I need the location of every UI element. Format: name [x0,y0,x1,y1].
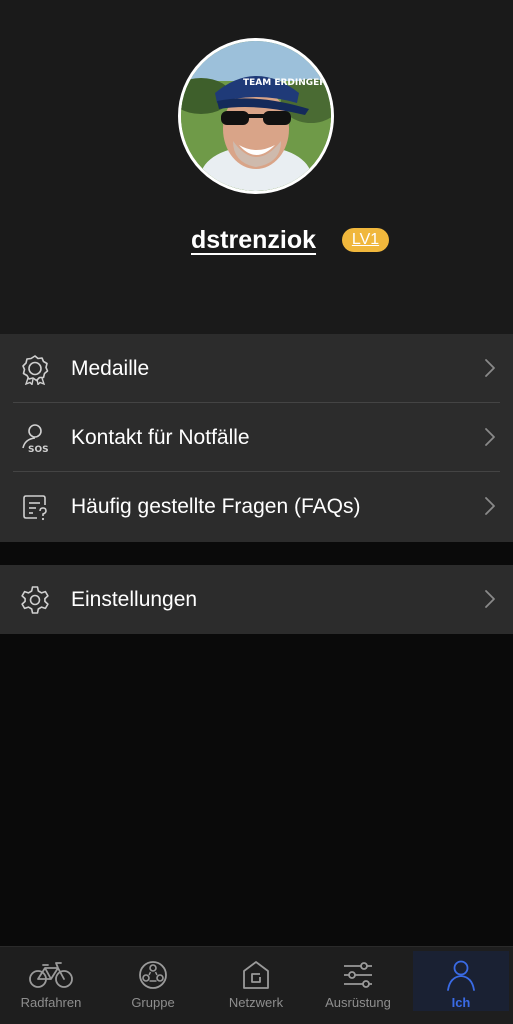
tab-netzwerk[interactable]: Netzwerk [208,951,304,1011]
tab-label: Radfahren [20,995,82,1010]
chevron-right-icon [485,497,495,515]
avatar-photo: TEAM ERDINGER [181,41,331,191]
medal-icon [22,355,49,385]
menu-label: Medaille [71,357,150,380]
bicycle-icon [29,962,73,988]
level-badge[interactable]: LV1 [342,228,389,252]
menu-item-faq[interactable]: Häufig gestellte Fragen (FAQs) [0,472,513,541]
chevron-right-icon [485,359,495,377]
equipment-sliders-icon [344,962,372,988]
tab-ich[interactable]: Ich [413,951,509,1011]
sos-contact-icon: SOS [22,424,49,454]
profile-header: TEAM ERDINGER dstrenziok LV1 [0,0,513,334]
faq-document-icon [23,495,47,521]
avatar[interactable]: TEAM ERDINGER [178,38,334,194]
menu-item-einstellungen[interactable]: Einstellungen [0,565,513,634]
tab-gruppe[interactable]: Gruppe [105,951,201,1011]
tab-label: Ausrüstung [325,995,391,1010]
menu-label: Einstellungen [71,588,198,611]
tab-radfahren[interactable]: Radfahren [3,951,99,1011]
tab-label: Ich [451,995,471,1010]
person-icon [447,960,475,991]
menu-group-settings: Einstellungen [0,565,513,634]
cap-logo: TEAM ERDINGER [243,78,326,88]
tab-label: Gruppe [131,995,175,1010]
username[interactable]: dstrenziok [191,224,316,256]
network-icon [243,961,269,989]
tab-ausruestung[interactable]: Ausrüstung [310,951,406,1011]
group-icon [139,961,167,989]
menu-item-kontakt-notfaelle[interactable]: SOS Kontakt für Notfälle [0,403,513,472]
chevron-right-icon [485,428,495,446]
menu-label: Häufig gestellte Fragen (FAQs) [71,495,361,518]
tab-bar: Radfahren Gruppe Netzwerk Ausrüstung Ich [0,946,513,1024]
tab-label: Netzwerk [228,995,284,1010]
gear-icon [21,586,49,614]
menu-label: Kontakt für Notfälle [71,426,250,449]
sos-icon-text: SOS [28,445,49,454]
menu-group-account: Medaille SOS Kontakt für Notfälle Häufig… [0,334,513,542]
chevron-right-icon [485,590,495,608]
menu-item-medaille[interactable]: Medaille [0,334,513,403]
